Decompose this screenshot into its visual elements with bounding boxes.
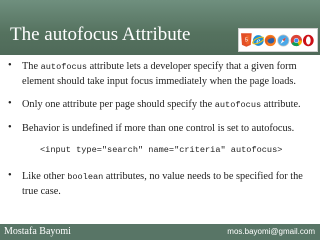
browser-logos: 5 e <box>238 28 318 52</box>
bullet-text: attribute. <box>261 99 301 110</box>
slide-footer: Mostafa Bayomi mos.bayomi@gmail.com <box>0 224 320 240</box>
opera-icon <box>303 34 315 46</box>
bullet-text: Like other <box>22 171 68 182</box>
bullet-marker: • <box>8 60 12 71</box>
bullet-marker: • <box>8 170 12 181</box>
bullet-text: Behavior is undefined if more than one c… <box>22 123 295 134</box>
bullet-item-1: The autofocus attribute lets a developer… <box>22 60 312 88</box>
ie-icon: e <box>251 34 265 46</box>
bullet-text: The <box>22 61 41 72</box>
chrome-icon <box>290 34 302 46</box>
bullet-marker: • <box>8 122 12 133</box>
bullet-item-2: Only one attribute per page should speci… <box>22 98 312 113</box>
bullet-marker: • <box>8 98 12 109</box>
safari-icon <box>277 33 290 47</box>
bullet-text: Only one attribute per page should speci… <box>22 99 215 110</box>
firefox-icon <box>265 34 277 46</box>
footer-author: Mostafa Bayomi <box>4 226 71 237</box>
footer-email: mos.bayomi@gmail.com <box>227 227 315 236</box>
svg-text:5: 5 <box>245 37 248 43</box>
inline-code: boolean <box>67 172 104 182</box>
inline-code: autofocus <box>40 62 88 72</box>
code-example: <input type="search" name="criteria" aut… <box>40 145 283 155</box>
bullet-item-3: Behavior is undefined if more than one c… <box>22 122 312 136</box>
bullet-item-4: Like other boolean attributes, no value … <box>22 170 312 198</box>
slide-title: The autofocus Attribute <box>10 24 191 45</box>
inline-code: autofocus <box>214 100 262 110</box>
slide-header: The autofocus Attribute 5 e <box>0 0 320 55</box>
html5-logo-icon: 5 <box>241 33 252 47</box>
